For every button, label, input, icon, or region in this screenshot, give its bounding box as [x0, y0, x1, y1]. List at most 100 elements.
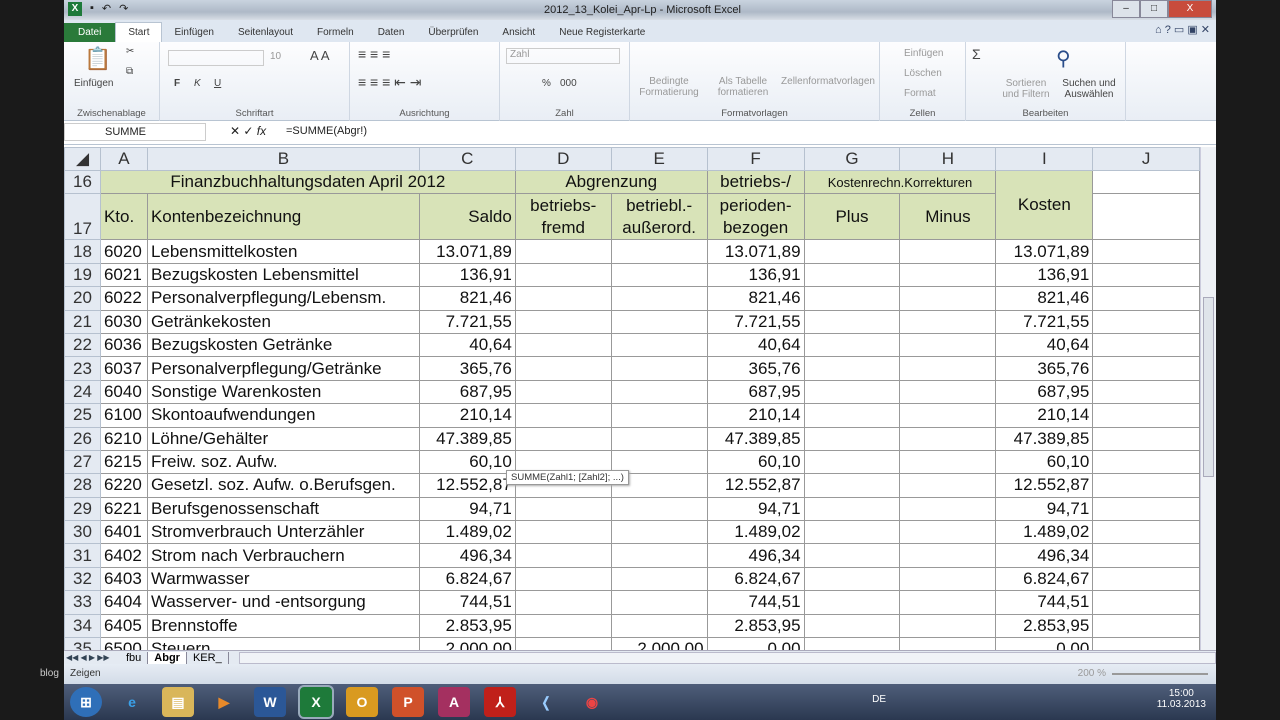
row-header[interactable]: 19: [64, 262, 101, 288]
tab-formeln[interactable]: Formeln: [305, 23, 366, 42]
scrollbar-thumb[interactable]: [1203, 297, 1214, 477]
kosten-cell[interactable]: 1.489,02: [995, 520, 1094, 545]
cell[interactable]: [1092, 426, 1200, 451]
access-icon[interactable]: A: [438, 687, 470, 717]
col-header[interactable]: A: [99, 147, 148, 171]
cell[interactable]: [1092, 193, 1200, 241]
bezeichnung-cell[interactable]: Löhne/Gehälter: [146, 426, 420, 451]
kosten-cell[interactable]: 0,00: [995, 637, 1094, 650]
perioden-cell[interactable]: 365,76: [706, 356, 805, 381]
row-header[interactable]: 25: [64, 403, 101, 428]
bezeichnung-cell[interactable]: Personalverpflegung/Getränke: [146, 356, 420, 381]
minus-cell[interactable]: [899, 520, 997, 545]
saldo-cell[interactable]: 6.824,67: [418, 566, 516, 592]
bezeichnung-cell[interactable]: Skontoaufwendungen: [146, 403, 420, 428]
zoom-level[interactable]: 200 %: [1078, 668, 1106, 679]
plus-cell[interactable]: [803, 262, 901, 288]
cell[interactable]: [1092, 520, 1200, 545]
kosten-cell[interactable]: 60,10: [995, 449, 1094, 475]
kto-cell[interactable]: 6405: [99, 613, 148, 639]
clock[interactable]: 15:00 11.03.2013: [1157, 688, 1206, 710]
cell[interactable]: [1092, 613, 1200, 639]
minus-cell[interactable]: [899, 356, 997, 381]
kosten-cell[interactable]: 365,76: [995, 356, 1094, 381]
name-box[interactable]: SUMME: [64, 123, 206, 141]
kosten-cell[interactable]: 2.853,95: [995, 613, 1094, 639]
col-header[interactable]: C: [418, 147, 516, 171]
media-player-icon[interactable]: ▶: [208, 687, 240, 717]
paste-button[interactable]: Einfügen: [74, 78, 113, 89]
underline-button[interactable]: U: [214, 78, 221, 89]
cell[interactable]: [1092, 403, 1200, 428]
plus-cell[interactable]: [803, 426, 901, 451]
col-header[interactable]: E: [610, 147, 708, 171]
saldo-cell[interactable]: 136,91: [418, 262, 516, 288]
copy-icon[interactable]: ⧉: [126, 66, 133, 77]
cell[interactable]: [1092, 309, 1200, 334]
fremd-cell[interactable]: [514, 426, 612, 451]
redo-icon[interactable]: ↷: [119, 2, 128, 16]
kto-cell[interactable]: 6401: [99, 520, 148, 545]
kosten-cell[interactable]: 7.721,55: [995, 309, 1094, 334]
ausserord-cell[interactable]: [610, 543, 708, 568]
thousands-button[interactable]: 000: [560, 78, 577, 89]
plus-cell[interactable]: [803, 379, 901, 405]
bezeichnung-cell[interactable]: Getränkekosten: [146, 309, 420, 334]
undo-icon[interactable]: ↶: [102, 2, 111, 16]
kosten-cell[interactable]: 94,71: [995, 496, 1094, 522]
korrekturen-header[interactable]: Kostenrechn.Korrekturen: [803, 169, 997, 195]
kosten-cell[interactable]: 210,14: [995, 403, 1094, 428]
close-button[interactable]: X: [1168, 0, 1212, 18]
kto-cell[interactable]: 6404: [99, 590, 148, 615]
kto-cell[interactable]: 6021: [99, 262, 148, 288]
saldo-header[interactable]: Saldo: [418, 193, 516, 241]
saldo-cell[interactable]: 496,34: [418, 543, 516, 568]
kto-cell[interactable]: 6403: [99, 566, 148, 592]
start-button[interactable]: ⊞: [70, 687, 102, 717]
fremd-cell[interactable]: [514, 613, 612, 639]
minus-header[interactable]: Minus: [899, 193, 997, 241]
minus-cell[interactable]: [899, 449, 997, 475]
ausserord-cell[interactable]: [610, 590, 708, 615]
perioden-cell[interactable]: 744,51: [706, 590, 805, 615]
bezeichnung-cell[interactable]: Freiw. soz. Aufw.: [146, 449, 420, 475]
delete-cells-button[interactable]: Löschen: [904, 68, 942, 79]
horizontal-scrollbar[interactable]: [238, 651, 1216, 664]
acrobat-icon[interactable]: ⅄: [484, 687, 516, 717]
internet-explorer-icon[interactable]: e: [116, 687, 148, 717]
minus-cell[interactable]: [899, 426, 997, 451]
cell[interactable]: [1092, 566, 1200, 592]
plus-cell[interactable]: [803, 239, 901, 264]
perioden-cell[interactable]: 821,46: [706, 286, 805, 311]
excel-taskbar-icon[interactable]: X: [298, 685, 334, 719]
fremd-cell[interactable]: [514, 262, 612, 288]
explorer-icon[interactable]: ▤: [162, 687, 194, 717]
plus-cell[interactable]: [803, 332, 901, 358]
minimize-button[interactable]: –: [1112, 0, 1140, 18]
kosten-header[interactable]: Kosten: [995, 169, 1094, 241]
insert-cells-button[interactable]: Einfügen: [904, 48, 943, 59]
cell[interactable]: [1092, 473, 1200, 498]
format-cells-button[interactable]: Format: [904, 88, 936, 99]
grow-font-icon[interactable]: A A: [310, 48, 330, 63]
saldo-cell[interactable]: 365,76: [418, 356, 516, 381]
saldo-cell[interactable]: 47.389,85: [418, 426, 516, 451]
kto-cell[interactable]: 6402: [99, 543, 148, 568]
percent-button[interactable]: %: [542, 78, 551, 89]
saldo-cell[interactable]: 12.552,87: [418, 473, 516, 498]
cell[interactable]: [1092, 449, 1200, 475]
bezeichnung-cell[interactable]: Bezugskosten Getränke: [146, 332, 420, 358]
row-header[interactable]: 35: [64, 637, 101, 650]
powerpoint-icon[interactable]: P: [392, 687, 424, 717]
formula-input[interactable]: =SUMME(Abgr!): [286, 125, 367, 137]
perioden-cell[interactable]: 6.824,67: [706, 566, 805, 592]
ausserord-header[interactable]: betriebl.- außerord.: [610, 193, 708, 241]
row-header[interactable]: 18: [64, 239, 101, 264]
fibu-header[interactable]: Finanzbuchhaltungsdaten April 2012: [99, 169, 516, 195]
fremd-cell[interactable]: [514, 637, 612, 650]
perioden-cell[interactable]: 94,71: [706, 496, 805, 522]
row-header[interactable]: 32: [64, 566, 101, 592]
sheet-tab-fbu[interactable]: fbu: [120, 651, 149, 664]
conditional-format-button[interactable]: Bedingte Formatierung: [634, 76, 704, 98]
minus-cell[interactable]: [899, 309, 997, 334]
